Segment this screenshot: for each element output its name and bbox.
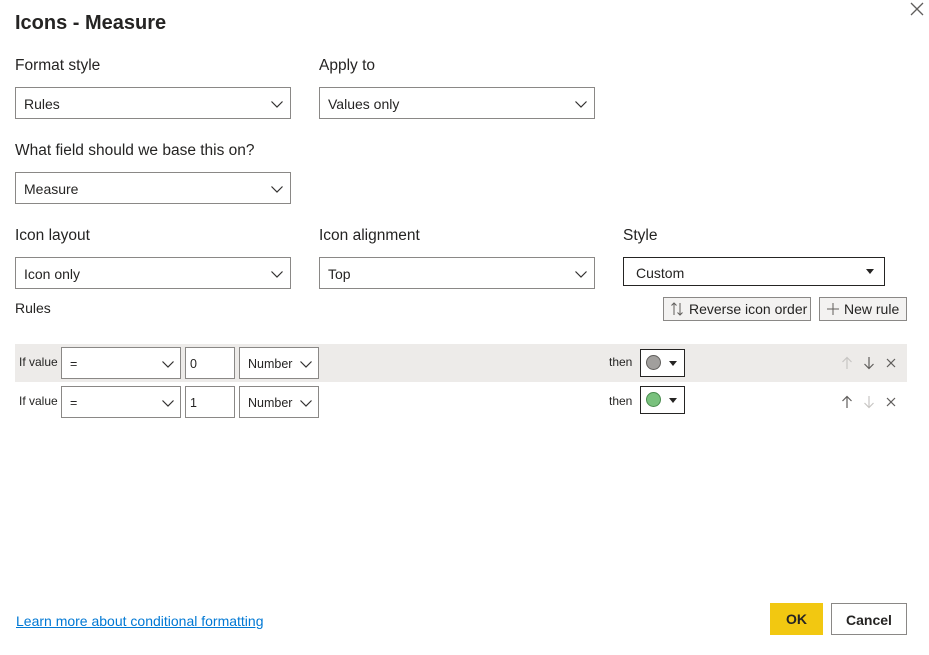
reverse-icon-order-button[interactable]: Reverse icon order (663, 297, 811, 321)
value-type-dropdown[interactable]: Number (239, 347, 319, 379)
caret-down-icon (669, 398, 677, 403)
rules-label: Rules (15, 300, 51, 316)
plus-icon (827, 303, 839, 315)
base-field-label: What field should we base this on? (15, 142, 255, 159)
value-text: 1 (190, 396, 197, 410)
chevron-down-icon (162, 361, 174, 368)
style-label: Style (623, 227, 658, 244)
chevron-down-icon (162, 400, 174, 407)
delete-rule-icon[interactable] (884, 356, 898, 370)
caret-down-icon (669, 361, 677, 366)
ok-label: OK (786, 611, 807, 627)
chevron-down-icon (575, 101, 587, 108)
then-label: then (609, 355, 633, 369)
if-value-label: If value (19, 394, 58, 408)
icon-alignment-value: Top (328, 266, 351, 282)
operator-dropdown[interactable]: = (61, 386, 181, 418)
circle-icon (646, 392, 661, 407)
icon-layout-label: Icon layout (15, 227, 90, 244)
chevron-down-icon (271, 101, 283, 108)
if-value-label: If value (19, 355, 58, 369)
move-down-icon[interactable] (862, 395, 876, 409)
format-style-dropdown[interactable]: Rules (15, 87, 291, 119)
apply-to-label: Apply to (319, 57, 376, 74)
apply-to-dropdown[interactable]: Values only (319, 87, 595, 119)
cancel-label: Cancel (846, 612, 892, 628)
style-dropdown[interactable]: Custom (623, 257, 885, 286)
rule-row: If value = 1 Number then (15, 383, 907, 421)
then-label: then (609, 394, 633, 408)
base-field-dropdown[interactable]: Measure (15, 172, 291, 204)
format-style-label: Format style (15, 57, 101, 74)
delete-rule-icon[interactable] (884, 395, 898, 409)
chevron-down-icon (575, 271, 587, 278)
value-input[interactable]: 1 (185, 386, 235, 418)
format-style-value: Rules (24, 96, 60, 112)
icon-picker[interactable] (640, 386, 685, 414)
apply-to-value: Values only (328, 96, 400, 112)
move-down-icon[interactable] (862, 356, 876, 370)
icon-layout-value: Icon only (24, 266, 81, 282)
new-rule-button[interactable]: New rule (819, 297, 907, 321)
new-rule-label: New rule (844, 301, 900, 317)
operator-value: = (70, 357, 78, 371)
value-type-dropdown[interactable]: Number (239, 386, 319, 418)
operator-value: = (70, 396, 78, 410)
rule-row: If value = 0 Number then (15, 344, 907, 382)
chevron-down-icon (271, 271, 283, 278)
chevron-down-icon (300, 400, 312, 407)
dialog-title: Icons - Measure (15, 12, 167, 34)
learn-more-link[interactable]: Learn more about conditional formatting (16, 613, 263, 629)
icon-alignment-label: Icon alignment (319, 227, 420, 244)
icon-layout-dropdown[interactable]: Icon only (15, 257, 291, 289)
icon-picker[interactable] (640, 349, 685, 377)
close-icon[interactable] (906, 0, 928, 20)
circle-icon (646, 355, 661, 370)
value-type-text: Number (248, 396, 293, 410)
move-up-icon[interactable] (840, 356, 854, 370)
ok-button[interactable]: OK (770, 603, 823, 635)
base-field-value: Measure (24, 181, 79, 197)
value-type-text: Number (248, 357, 293, 371)
style-value: Custom (636, 265, 685, 281)
chevron-down-icon (300, 361, 312, 368)
icon-alignment-dropdown[interactable]: Top (319, 257, 595, 289)
chevron-down-icon (271, 186, 283, 193)
reverse-icon-order-label: Reverse icon order (689, 301, 808, 317)
move-up-icon[interactable] (840, 395, 854, 409)
sort-icon (671, 302, 683, 316)
caret-down-icon (866, 269, 874, 274)
operator-dropdown[interactable]: = (61, 347, 181, 379)
cancel-button[interactable]: Cancel (831, 603, 907, 635)
value-text: 0 (190, 357, 197, 371)
value-input[interactable]: 0 (185, 347, 235, 379)
